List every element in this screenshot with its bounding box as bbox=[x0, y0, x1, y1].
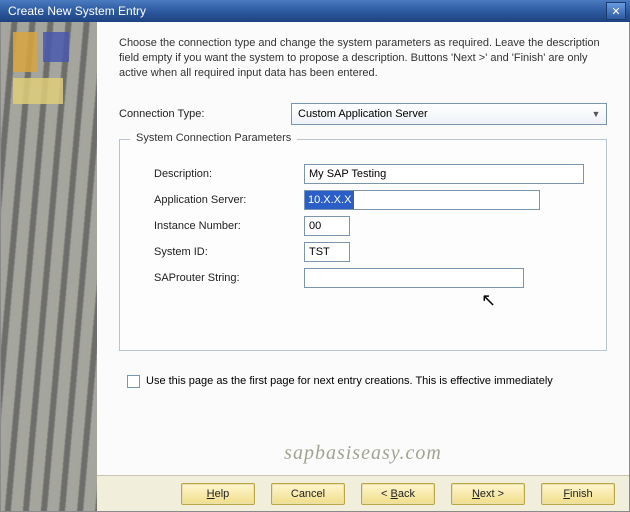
instance-row: Instance Number: bbox=[154, 216, 588, 236]
appserver-row: Application Server: 10.X.X.X bbox=[154, 190, 588, 210]
saprouter-input[interactable] bbox=[304, 268, 524, 288]
chevron-down-icon: ▼ bbox=[588, 106, 604, 122]
titlebar: Create New System Entry ✕ bbox=[0, 0, 630, 22]
appserver-label: Application Server: bbox=[154, 194, 304, 206]
back-button[interactable]: < Back bbox=[361, 483, 435, 505]
description-label: Description: bbox=[154, 168, 304, 180]
connection-type-value: Custom Application Server bbox=[298, 108, 428, 120]
systemid-input[interactable] bbox=[304, 242, 350, 262]
next-button[interactable]: Next > bbox=[451, 483, 525, 505]
finish-rest: inish bbox=[570, 488, 593, 500]
help-underline: H bbox=[207, 488, 215, 500]
instance-input[interactable] bbox=[304, 216, 350, 236]
connection-type-label: Connection Type: bbox=[119, 108, 291, 120]
connection-type-dropdown[interactable]: Custom Application Server ▼ bbox=[291, 103, 607, 125]
connection-type-row: Connection Type: Custom Application Serv… bbox=[119, 103, 607, 125]
back-pre: < bbox=[381, 488, 390, 500]
content-area: Choose the connection type and change th… bbox=[97, 22, 629, 475]
groupbox-title: System Connection Parameters bbox=[130, 132, 297, 144]
help-button[interactable]: Help bbox=[181, 483, 255, 505]
main-panel: Choose the connection type and change th… bbox=[97, 22, 629, 511]
systemid-row: System ID: bbox=[154, 242, 588, 262]
appserver-selection: 10.X.X.X bbox=[305, 191, 354, 209]
intro-text: Choose the connection type and change th… bbox=[119, 36, 607, 81]
instance-label: Instance Number: bbox=[154, 220, 304, 232]
help-rest: elp bbox=[215, 488, 230, 500]
first-page-checkbox-row: Use this page as the first page for next… bbox=[127, 375, 607, 388]
systemid-label: System ID: bbox=[154, 246, 304, 258]
sidebar-image bbox=[1, 22, 97, 511]
first-page-checkbox-label: Use this page as the first page for next… bbox=[146, 375, 553, 387]
footer-button-bar: Help Cancel < Back Next > Finish bbox=[97, 475, 629, 511]
description-input[interactable] bbox=[304, 164, 584, 184]
close-button[interactable]: ✕ bbox=[606, 2, 626, 20]
window-body: Choose the connection type and change th… bbox=[0, 22, 630, 512]
back-underline: B bbox=[391, 488, 398, 500]
finish-button[interactable]: Finish bbox=[541, 483, 615, 505]
description-row: Description: bbox=[154, 164, 588, 184]
first-page-checkbox[interactable] bbox=[127, 375, 140, 388]
next-underline: N bbox=[472, 488, 480, 500]
window-title: Create New System Entry bbox=[4, 4, 606, 18]
close-icon: ✕ bbox=[611, 5, 620, 18]
saprouter-label: SAProuter String: bbox=[154, 272, 304, 284]
saprouter-row: SAProuter String: bbox=[154, 268, 588, 288]
next-rest: ext > bbox=[480, 488, 504, 500]
back-rest: ack bbox=[398, 488, 415, 500]
system-connection-groupbox: System Connection Parameters Description… bbox=[119, 139, 607, 351]
cancel-button[interactable]: Cancel bbox=[271, 483, 345, 505]
